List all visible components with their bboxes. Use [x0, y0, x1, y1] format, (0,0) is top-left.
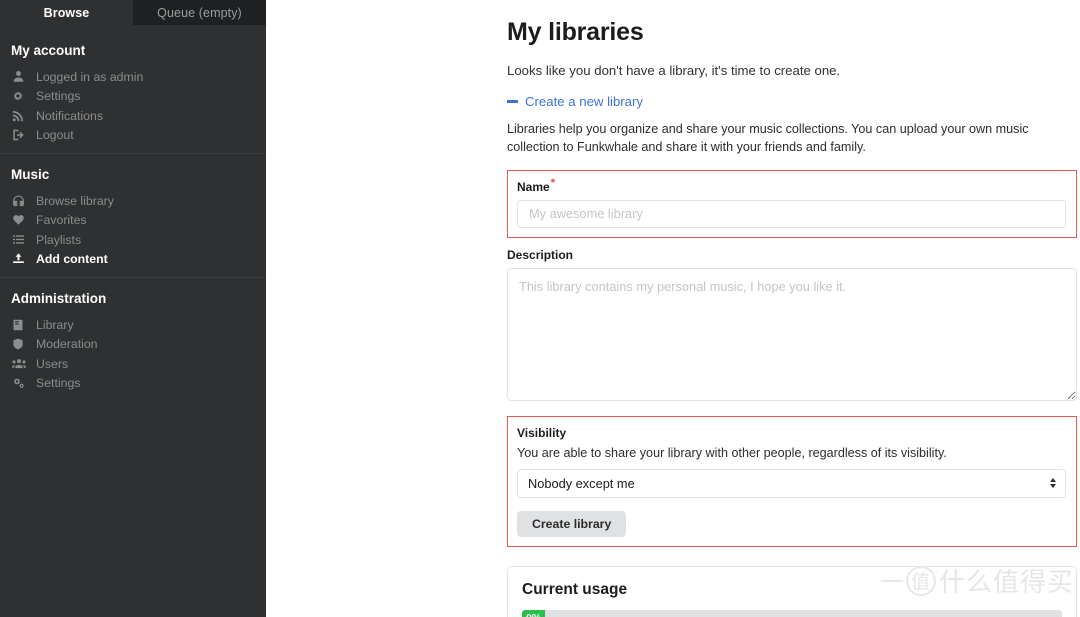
- sidebar-item-label: Users: [36, 356, 69, 371]
- sidebar-tabs: Browse Queue (empty): [0, 0, 266, 25]
- sidebar-section-title-my-account: My account: [11, 43, 86, 58]
- tab-browse[interactable]: Browse: [0, 0, 133, 25]
- sidebar-item-notifications[interactable]: Notifications: [0, 106, 266, 126]
- sidebar-item-admin-library[interactable]: Library: [0, 315, 266, 335]
- name-input[interactable]: [517, 199, 1066, 228]
- visibility-note: You are able to share your library with …: [517, 445, 947, 460]
- user-icon: [12, 70, 27, 83]
- book-icon: [12, 318, 27, 331]
- sidebar-item-settings[interactable]: Settings: [0, 87, 266, 107]
- tab-browse-label: Browse: [43, 5, 90, 20]
- app-root: Browse Queue (empty) My account Logged i…: [0, 0, 1080, 617]
- watermark-text: 什么值得买: [938, 568, 1074, 598]
- sidebar-section-administration: Administration Library Moderation Users: [0, 289, 266, 393]
- users-icon: [12, 357, 27, 370]
- sidebar-item-label: Favorites: [36, 213, 87, 228]
- tab-queue[interactable]: Queue (empty): [133, 0, 266, 25]
- sidebar-item-label: Notifications: [36, 108, 103, 123]
- name-field-label: Name*: [517, 176, 1066, 194]
- description-field: Description: [507, 248, 1077, 406]
- sidebar-item-users[interactable]: Users: [0, 354, 266, 374]
- description-field-label: Description: [507, 247, 574, 262]
- create-new-library-label: Create a new library: [525, 94, 644, 110]
- annotation-box-name: Name*: [507, 169, 1077, 238]
- required-marker: *: [550, 176, 555, 189]
- description-textarea[interactable]: [507, 267, 1077, 401]
- page-title: My libraries: [507, 18, 644, 46]
- watermark-dash: [880, 579, 903, 582]
- sidebar-item-favorites[interactable]: Favorites: [0, 211, 266, 231]
- main-content: My libraries Looks like you don't have a…: [266, 0, 1080, 617]
- sidebar-section-my-account: My account Logged in as admin Settings N…: [0, 41, 266, 145]
- sidebar-item-label: Moderation: [36, 337, 98, 352]
- sidebar-item-label: Library: [36, 317, 74, 332]
- library-page: My libraries Looks like you don't have a…: [507, 0, 1077, 617]
- rss-icon: [12, 109, 27, 122]
- gear-icon: [12, 90, 27, 103]
- create-new-library-toggle[interactable]: Create a new library: [507, 94, 643, 109]
- watermark-circle-char: 值: [905, 565, 936, 596]
- sidebar-item-moderation[interactable]: Moderation: [0, 335, 266, 355]
- upload-icon: [12, 253, 27, 266]
- sidebar-section-title-music: Music: [11, 167, 50, 182]
- usage-progress-track: 0%: [522, 609, 1062, 617]
- create-library-button[interactable]: Create library: [517, 510, 627, 537]
- name-label-text: Name: [517, 179, 550, 194]
- usage-progress-fill: 0%: [522, 609, 545, 617]
- sidebar-item-label: Settings: [36, 89, 81, 104]
- sidebar-item-playlists[interactable]: Playlists: [0, 230, 266, 250]
- sidebar-item-admin-settings[interactable]: Settings: [0, 374, 266, 394]
- heart-icon: [12, 214, 27, 227]
- sidebar-item-logout[interactable]: Logout: [0, 126, 266, 146]
- headphones-icon: [12, 194, 27, 207]
- usage-percent-label: 0%: [522, 612, 541, 617]
- shield-icon: [12, 338, 27, 351]
- annotation-box-visibility: Visibility You are able to share your li…: [507, 415, 1077, 547]
- watermark: 值 什么值得买: [880, 562, 1074, 599]
- sidebar-section-title-administration: Administration: [11, 291, 107, 306]
- sidebar-item-label: Logout: [36, 128, 74, 143]
- sidebar-item-label: Settings: [36, 376, 81, 391]
- minus-icon: [507, 100, 518, 103]
- library-help-text: Libraries help you organize and share yo…: [507, 122, 1029, 155]
- sidebar-item-browse-library[interactable]: Browse library: [0, 191, 266, 211]
- sidebar-section-music: Music Browse library Favorites Playlists: [0, 165, 266, 269]
- sign-out-icon: [12, 129, 27, 142]
- sidebar-item-add-content[interactable]: Add content: [0, 250, 266, 270]
- tab-queue-label: Queue (empty): [157, 5, 242, 20]
- sidebar: Browse Queue (empty) My account Logged i…: [0, 0, 266, 617]
- empty-state-text: Looks like you don't have a library, it'…: [507, 63, 841, 78]
- visibility-field-label: Visibility: [517, 425, 567, 440]
- sliders-icon: [12, 377, 27, 390]
- visibility-select[interactable]: Nobody except me Everyone on this instan…: [517, 468, 1066, 498]
- list-icon: [12, 233, 27, 246]
- sidebar-item-label: Add content: [36, 252, 108, 267]
- sidebar-item-label: Browse library: [36, 193, 114, 208]
- visibility-select-wrapper: Nobody except me Everyone on this instan…: [517, 468, 1066, 498]
- sidebar-item-label: Playlists: [36, 232, 82, 247]
- sidebar-item-label: Logged in as admin: [36, 69, 144, 84]
- sidebar-item-logged-in-as-admin[interactable]: Logged in as admin: [0, 67, 266, 87]
